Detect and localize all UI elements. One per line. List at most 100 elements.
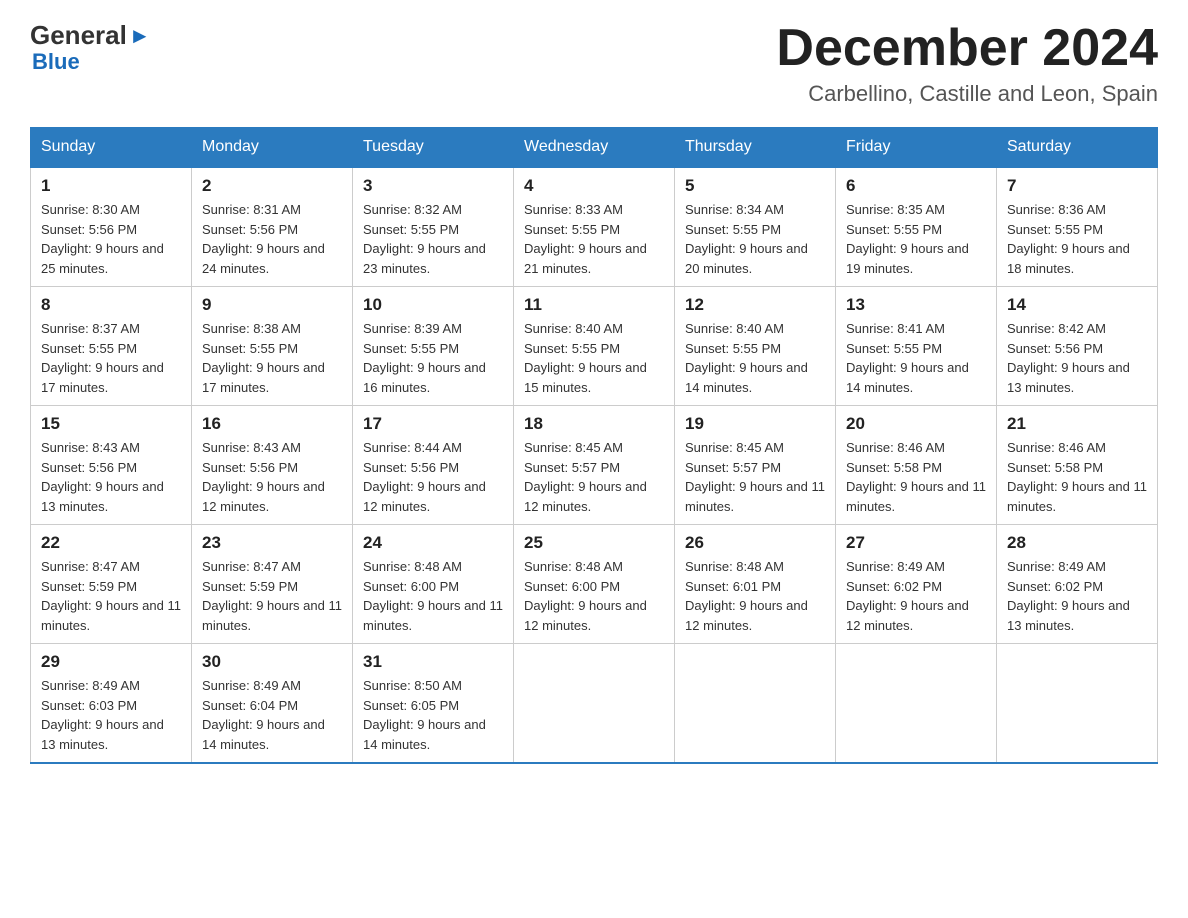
calendar-cell: 27Sunrise: 8:49 AMSunset: 6:02 PMDayligh…: [836, 525, 997, 644]
day-number: 22: [41, 533, 181, 553]
calendar-week-3: 15 Sunrise: 8:43 AMSunset: 5:56 PMDayligh…: [31, 406, 1158, 525]
day-info: Sunrise: 8:47 AMSunset: 5:59 PMDaylight:…: [202, 557, 342, 635]
day-number: 4: [524, 176, 664, 196]
calendar-week-2: 8Sunrise: 8:37 AMSunset: 5:55 PMDaylight…: [31, 287, 1158, 406]
calendar-cell: 17Sunrise: 8:44 AMSunset: 5:56 PMDayligh…: [353, 406, 514, 525]
calendar-cell: 5Sunrise: 8:34 AMSunset: 5:55 PMDaylight…: [675, 167, 836, 287]
month-title: December 2024: [776, 20, 1158, 77]
col-header-sunday: Sunday: [31, 128, 192, 168]
day-info: Sunrise: 8:36 AMSunset: 5:55 PMDaylight:…: [1007, 200, 1147, 278]
logo-blue-text: Blue: [30, 49, 151, 75]
col-header-wednesday: Wednesday: [514, 128, 675, 168]
day-info: Sunrise: 8:45 AMSunset: 5:57 PMDaylight:…: [524, 438, 664, 516]
calendar-cell: 9 Sunrise: 8:38 AMSunset: 5:55 PMDaylight…: [192, 287, 353, 406]
day-info: Sunrise: 8:40 AMSunset: 5:55 PMDaylight:…: [685, 319, 825, 397]
day-number: 15: [41, 414, 181, 434]
day-number: 26: [685, 533, 825, 553]
col-header-thursday: Thursday: [675, 128, 836, 168]
day-info: Sunrise: 8:40 AMSunset: 5:55 PMDaylight:…: [524, 319, 664, 397]
calendar-body: 1 Sunrise: 8:30 AMSunset: 5:56 PMDaylight…: [31, 167, 1158, 763]
calendar-cell: 7 Sunrise: 8:36 AMSunset: 5:55 PMDaylight…: [997, 167, 1158, 287]
calendar-table: SundayMondayTuesdayWednesdayThursdayFrid…: [30, 127, 1158, 764]
calendar-cell: 2Sunrise: 8:31 AMSunset: 5:56 PMDaylight…: [192, 167, 353, 287]
calendar-cell: 30 Sunrise: 8:49 AMSunset: 6:04 PMDayligh…: [192, 644, 353, 764]
day-number: 10: [363, 295, 503, 315]
day-info: Sunrise: 8:34 AMSunset: 5:55 PMDaylight:…: [685, 200, 825, 278]
day-number: 20: [846, 414, 986, 434]
calendar-cell: 29 Sunrise: 8:49 AMSunset: 6:03 PMDayligh…: [31, 644, 192, 764]
calendar-cell: [675, 644, 836, 764]
title-block: December 2024 Carbellino, Castille and L…: [776, 20, 1158, 107]
day-number: 21: [1007, 414, 1147, 434]
day-info: Sunrise: 8:38 AMSunset: 5:55 PMDaylight:…: [202, 319, 342, 397]
calendar-cell: 14 Sunrise: 8:42 AMSunset: 5:56 PMDayligh…: [997, 287, 1158, 406]
day-info: Sunrise: 8:37 AMSunset: 5:55 PMDaylight:…: [41, 319, 181, 397]
day-info: Sunrise: 8:41 AMSunset: 5:55 PMDaylight:…: [846, 319, 986, 397]
calendar-cell: [997, 644, 1158, 764]
day-number: 27: [846, 533, 986, 553]
location-title: Carbellino, Castille and Leon, Spain: [776, 81, 1158, 107]
calendar-cell: [836, 644, 997, 764]
day-number: 3: [363, 176, 503, 196]
logo-arrow-icon: ►: [129, 23, 151, 49]
day-info: Sunrise: 8:48 AMSunset: 6:01 PMDaylight:…: [685, 557, 825, 635]
logo-general-text: General: [30, 20, 127, 51]
calendar-cell: 15Sunrise: 8:43 AMSunset: 5:56 PMDayligh…: [31, 406, 192, 525]
calendar-cell: 11 Sunrise: 8:40 AMSunset: 5:55 PMDayligh…: [514, 287, 675, 406]
day-info: Sunrise: 8:30 AMSunset: 5:56 PMDaylight:…: [41, 200, 181, 278]
day-number: 1: [41, 176, 181, 196]
day-info: Sunrise: 8:43 AMSunset: 5:56 PMDaylight:…: [202, 438, 342, 516]
calendar-week-4: 22 Sunrise: 8:47 AMSunset: 5:59 PMDayligh…: [31, 525, 1158, 644]
day-number: 16: [202, 414, 342, 434]
day-number: 11: [524, 295, 664, 315]
day-number: 25: [524, 533, 664, 553]
calendar-cell: 8Sunrise: 8:37 AMSunset: 5:55 PMDaylight…: [31, 287, 192, 406]
day-number: 23: [202, 533, 342, 553]
day-info: Sunrise: 8:42 AMSunset: 5:56 PMDaylight:…: [1007, 319, 1147, 397]
day-info: Sunrise: 8:35 AMSunset: 5:55 PMDaylight:…: [846, 200, 986, 278]
day-info: Sunrise: 8:50 AMSunset: 6:05 PMDaylight:…: [363, 676, 503, 754]
col-header-friday: Friday: [836, 128, 997, 168]
day-info: Sunrise: 8:46 AMSunset: 5:58 PMDaylight:…: [846, 438, 986, 516]
calendar-cell: 19 Sunrise: 8:45 AMSunset: 5:57 PMDayligh…: [675, 406, 836, 525]
calendar-cell: 21Sunrise: 8:46 AMSunset: 5:58 PMDayligh…: [997, 406, 1158, 525]
calendar-cell: 24Sunrise: 8:48 AMSunset: 6:00 PMDayligh…: [353, 525, 514, 644]
day-info: Sunrise: 8:47 AMSunset: 5:59 PMDaylight:…: [41, 557, 181, 635]
calendar-cell: 18Sunrise: 8:45 AMSunset: 5:57 PMDayligh…: [514, 406, 675, 525]
day-info: Sunrise: 8:49 AMSunset: 6:02 PMDaylight:…: [1007, 557, 1147, 635]
day-number: 7: [1007, 176, 1147, 196]
day-info: Sunrise: 8:48 AMSunset: 6:00 PMDaylight:…: [524, 557, 664, 635]
calendar-cell: 28Sunrise: 8:49 AMSunset: 6:02 PMDayligh…: [997, 525, 1158, 644]
calendar-week-1: 1 Sunrise: 8:30 AMSunset: 5:56 PMDaylight…: [31, 167, 1158, 287]
calendar-cell: [514, 644, 675, 764]
calendar-cell: 22 Sunrise: 8:47 AMSunset: 5:59 PMDayligh…: [31, 525, 192, 644]
col-header-tuesday: Tuesday: [353, 128, 514, 168]
calendar-cell: 3 Sunrise: 8:32 AMSunset: 5:55 PMDaylight…: [353, 167, 514, 287]
page-header: General► Blue December 2024 Carbellino, …: [30, 20, 1158, 107]
day-info: Sunrise: 8:33 AMSunset: 5:55 PMDaylight:…: [524, 200, 664, 278]
calendar-cell: 26 Sunrise: 8:48 AMSunset: 6:01 PMDayligh…: [675, 525, 836, 644]
calendar-cell: 16 Sunrise: 8:43 AMSunset: 5:56 PMDayligh…: [192, 406, 353, 525]
calendar-cell: 4 Sunrise: 8:33 AMSunset: 5:55 PMDaylight…: [514, 167, 675, 287]
day-info: Sunrise: 8:32 AMSunset: 5:55 PMDaylight:…: [363, 200, 503, 278]
day-info: Sunrise: 8:45 AMSunset: 5:57 PMDaylight:…: [685, 438, 825, 516]
day-info: Sunrise: 8:49 AMSunset: 6:03 PMDaylight:…: [41, 676, 181, 754]
day-info: Sunrise: 8:49 AMSunset: 6:04 PMDaylight:…: [202, 676, 342, 754]
day-number: 14: [1007, 295, 1147, 315]
calendar-cell: 20 Sunrise: 8:46 AMSunset: 5:58 PMDayligh…: [836, 406, 997, 525]
calendar-cell: 13 Sunrise: 8:41 AMSunset: 5:55 PMDayligh…: [836, 287, 997, 406]
calendar-cell: 25 Sunrise: 8:48 AMSunset: 6:00 PMDayligh…: [514, 525, 675, 644]
calendar-cell: 10Sunrise: 8:39 AMSunset: 5:55 PMDayligh…: [353, 287, 514, 406]
day-number: 30: [202, 652, 342, 672]
calendar-cell: 6Sunrise: 8:35 AMSunset: 5:55 PMDaylight…: [836, 167, 997, 287]
day-number: 13: [846, 295, 986, 315]
calendar-header-row: SundayMondayTuesdayWednesdayThursdayFrid…: [31, 128, 1158, 168]
day-number: 19: [685, 414, 825, 434]
day-number: 24: [363, 533, 503, 553]
day-number: 29: [41, 652, 181, 672]
calendar-cell: 31Sunrise: 8:50 AMSunset: 6:05 PMDayligh…: [353, 644, 514, 764]
day-info: Sunrise: 8:31 AMSunset: 5:56 PMDaylight:…: [202, 200, 342, 278]
calendar-cell: 23 Sunrise: 8:47 AMSunset: 5:59 PMDayligh…: [192, 525, 353, 644]
day-number: 12: [685, 295, 825, 315]
day-number: 9: [202, 295, 342, 315]
